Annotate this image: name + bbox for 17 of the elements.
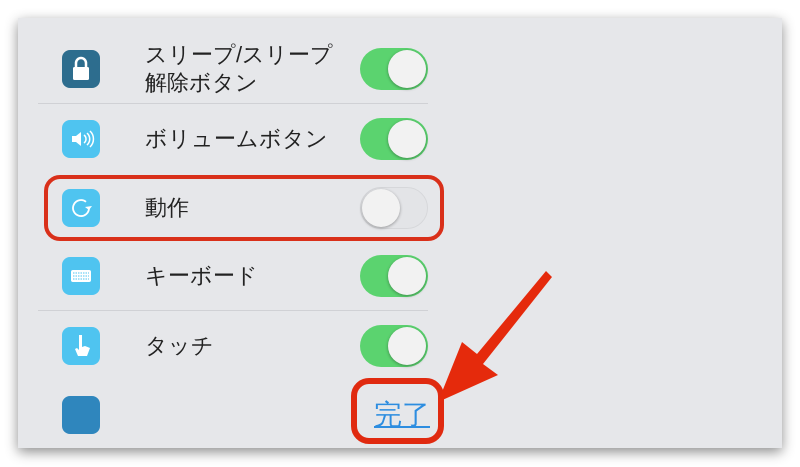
done-link[interactable]: 完了 <box>374 398 430 432</box>
lock-icon <box>62 50 100 88</box>
speaker-icon <box>62 120 100 158</box>
setting-label: ボリュームボタン <box>145 124 329 152</box>
pointing-hand-icon <box>62 326 100 364</box>
app-icon <box>62 396 100 434</box>
setting-label: スリープ/スリープ解除ボタン <box>145 41 334 97</box>
toggle-switch[interactable] <box>360 48 428 90</box>
toggle-switch[interactable] <box>360 186 428 228</box>
keyboard-icon <box>62 257 100 295</box>
setting-label: 動作 <box>145 194 190 222</box>
setting-label: キーボード <box>145 262 259 290</box>
toggle-switch[interactable] <box>360 118 428 160</box>
toggle-switch[interactable] <box>360 255 428 297</box>
toggle-switch[interactable] <box>360 324 428 366</box>
setting-label: タッチ <box>145 332 215 360</box>
rotate-icon <box>62 188 100 226</box>
